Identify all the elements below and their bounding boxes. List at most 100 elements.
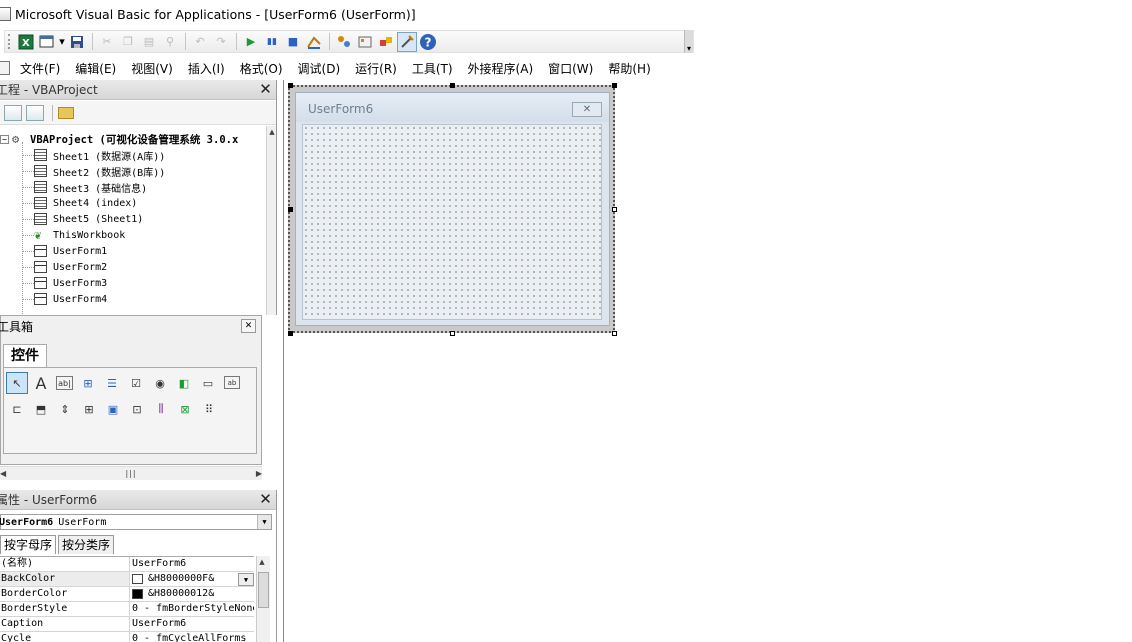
undo-icon[interactable]: ↶ <box>190 32 210 52</box>
chart-tool-icon[interactable]: ⫼ <box>150 398 172 420</box>
menu-help[interactable]: 帮助(H) <box>608 60 650 77</box>
toolbox-horizontal-scrollbar[interactable]: ◀ ||| ▶ <box>0 466 262 480</box>
view-object-icon[interactable] <box>26 104 44 121</box>
menu-addins[interactable]: 外接程序(A) <box>468 60 534 77</box>
userform-window[interactable]: UserForm6 ✕ <box>295 92 610 326</box>
property-row-cycle[interactable]: Cycle 0 - fmCycleAllForms <box>0 632 254 642</box>
cut-icon[interactable]: ✂ <box>97 32 117 52</box>
tree-item-sheet3[interactable]: Sheet3 (基础信息) <box>22 179 147 195</box>
redo-icon[interactable]: ↷ <box>211 32 231 52</box>
checkbox-tool-icon[interactable]: ☑ <box>125 372 147 394</box>
userform-caption-bar[interactable]: UserForm6 ✕ <box>296 93 609 122</box>
form-designer-area[interactable]: UserForm6 ✕ <box>283 80 1132 642</box>
textbox-tool-icon[interactable]: ab| <box>56 376 73 390</box>
scroll-up-icon[interactable]: ▲ <box>267 126 277 138</box>
select-pointer-icon[interactable]: ↖ <box>6 372 28 394</box>
run-icon[interactable]: ▶ <box>241 32 261 52</box>
insert-userform-icon[interactable] <box>37 32 57 52</box>
resize-handle-s[interactable] <box>450 331 455 336</box>
menu-window[interactable]: 窗口(W) <box>548 60 593 77</box>
close-icon[interactable]: ✕ <box>258 82 273 97</box>
resize-handle-e[interactable] <box>612 207 617 212</box>
design-mode-icon[interactable] <box>304 32 324 52</box>
scroll-up-icon[interactable]: ▲ <box>257 556 267 568</box>
toolbox-tab-controls[interactable]: 控件 <box>3 344 47 368</box>
tree-item-userform2[interactable]: UserForm2 <box>22 259 107 275</box>
help-icon[interactable]: ? <box>418 32 438 52</box>
toolbox-icon[interactable] <box>397 31 417 52</box>
property-value[interactable]: UserForm6 <box>130 617 254 631</box>
tree-item-sheet4[interactable]: Sheet4 (index) <box>22 195 137 211</box>
copy-icon[interactable]: ❐ <box>118 32 138 52</box>
property-row-caption[interactable]: Caption UserForm6 <box>0 617 254 632</box>
chevron-down-icon[interactable]: ▼ <box>257 515 271 529</box>
image-tool-icon[interactable]: ▣ <box>102 398 124 420</box>
chevron-down-icon[interactable]: ▾ <box>58 32 66 52</box>
scroll-right-icon[interactable]: ▶ <box>256 469 262 478</box>
label-tool-icon[interactable]: A <box>30 372 52 394</box>
frame-tool-icon[interactable]: ▭ <box>197 372 219 394</box>
close-icon[interactable]: ✕ <box>241 319 256 333</box>
scroll-thumb[interactable]: ||| <box>122 469 140 479</box>
find-icon[interactable]: ⚲ <box>160 32 180 52</box>
optionbutton-tool-icon[interactable]: ◉ <box>149 372 171 394</box>
tree-item-userform4[interactable]: UserForm4 <box>22 291 107 307</box>
property-row-borderstyle[interactable]: BorderStyle 0 - fmBorderStyleNone <box>0 602 254 617</box>
property-value[interactable]: 0 - fmBorderStyleNone <box>130 602 254 616</box>
project-tree-scrollbar[interactable]: ▲ <box>266 126 276 315</box>
commandbutton-tool-icon[interactable]: ab <box>224 376 240 389</box>
tree-item-sheet1[interactable]: Sheet1 (数据源(A库)) <box>22 147 165 163</box>
property-value[interactable]: &H80000012& <box>130 587 254 601</box>
excel-icon[interactable]: X <box>16 32 36 52</box>
project-explorer-icon[interactable] <box>334 32 354 52</box>
save-icon[interactable] <box>67 32 87 52</box>
toolbar-grip[interactable] <box>8 34 12 49</box>
close-icon[interactable]: ✕ <box>258 492 273 507</box>
toolbar-options-chevron-icon[interactable]: ▾ <box>684 30 693 53</box>
listbox-tool-icon[interactable]: ☰ <box>101 372 123 394</box>
scroll-thumb[interactable] <box>258 572 269 608</box>
tab-alphabetic[interactable]: 按字母序 <box>0 535 57 554</box>
combobox-tool-icon[interactable]: ⊞ <box>77 372 99 394</box>
multipage-tool-icon[interactable]: ⬒ <box>30 398 52 420</box>
reset-icon[interactable]: ■ <box>283 32 303 52</box>
toggle-folders-icon[interactable] <box>58 106 74 119</box>
tree-item-userform1[interactable]: UserForm1 <box>22 243 107 259</box>
menu-view[interactable]: 视图(V) <box>131 60 173 77</box>
tree-item-userform3[interactable]: UserForm3 <box>22 275 107 291</box>
scrollbar-tool-icon[interactable]: ⇕ <box>54 398 76 420</box>
grid-tool-icon[interactable]: ⠿ <box>198 398 220 420</box>
vba-app-icon[interactable] <box>0 7 11 21</box>
resize-handle-se[interactable] <box>612 331 617 336</box>
object-selector-dropdown[interactable]: UserForm6 UserForm ▼ <box>0 514 272 530</box>
tree-root-vbaproject[interactable]: − ⚙ VBAProject (可视化设备管理系统 3.0.x <box>0 131 238 147</box>
checked-image-tool-icon[interactable]: ⊠ <box>174 398 196 420</box>
menu-file[interactable]: 文件(F) <box>20 60 60 77</box>
refedit-tool-icon[interactable]: ⊡ <box>126 398 148 420</box>
properties-scrollbar[interactable]: ▲ <box>256 556 270 642</box>
paste-icon[interactable]: ▤ <box>139 32 159 52</box>
scroll-left-icon[interactable]: ◀ <box>0 469 6 478</box>
property-value[interactable]: UserForm6 <box>130 557 254 571</box>
tree-item-thisworkbook[interactable]: ❦ ThisWorkbook <box>22 227 125 243</box>
userform-selection-frame[interactable]: UserForm6 ✕ <box>288 85 615 333</box>
break-icon[interactable]: ▮▮ <box>262 32 282 52</box>
properties-window-icon[interactable] <box>355 32 375 52</box>
menu-debug[interactable]: 调试(D) <box>298 60 341 77</box>
tab-categorized[interactable]: 按分类序 <box>58 535 115 554</box>
tabstrip-tool-icon[interactable]: ⊏ <box>6 398 28 420</box>
close-icon[interactable]: ✕ <box>572 102 602 117</box>
tree-item-sheet2[interactable]: Sheet2 (数据源(B库)) <box>22 163 165 179</box>
collapse-icon[interactable]: − <box>0 134 9 144</box>
menu-tools[interactable]: 工具(T) <box>412 60 453 77</box>
togglebutton-tool-icon[interactable]: ◧ <box>173 372 195 394</box>
properties-header[interactable]: 属性 - UserForm6 ✕ <box>0 490 276 510</box>
property-row-name[interactable]: (名称) UserForm6 <box>0 557 254 572</box>
chevron-down-icon[interactable]: ▼ <box>238 572 254 586</box>
property-row-bordercolor[interactable]: BorderColor &H80000012& <box>0 587 254 602</box>
userform-client-area[interactable] <box>302 124 602 320</box>
menu-edit[interactable]: 编辑(E) <box>75 60 116 77</box>
menu-insert[interactable]: 插入(I) <box>188 60 225 77</box>
object-browser-icon[interactable] <box>376 32 396 52</box>
document-menu-icon[interactable] <box>0 61 10 75</box>
